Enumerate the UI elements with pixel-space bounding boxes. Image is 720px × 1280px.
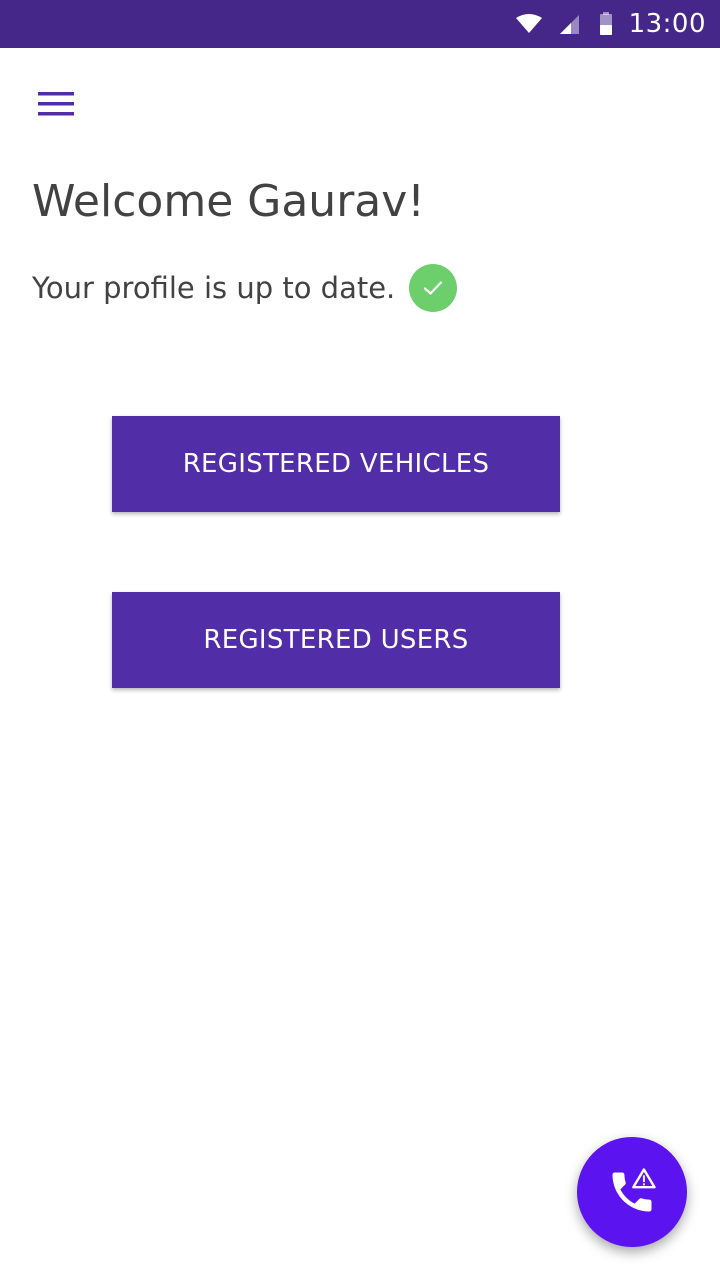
status-time: 13:00 xyxy=(628,9,706,39)
emergency-call-icon xyxy=(612,1168,656,1212)
registered-vehicles-button[interactable]: REGISTERED VEHICLES xyxy=(112,416,560,512)
profile-status-text: Your profile is up to date. xyxy=(32,271,396,305)
menu-button[interactable] xyxy=(24,76,88,132)
hamburger-menu-icon xyxy=(38,92,74,116)
cell-signal-icon xyxy=(559,15,579,34)
wifi-icon xyxy=(515,14,542,33)
welcome-title: Welcome Gaurav! xyxy=(32,176,425,227)
emergency-call-fab[interactable] xyxy=(577,1137,687,1247)
check-circle-icon xyxy=(409,264,458,312)
status-icons: 13:00 xyxy=(515,0,706,48)
battery-icon xyxy=(599,12,612,35)
registered-users-button[interactable]: REGISTERED USERS xyxy=(112,592,560,688)
profile-status-row: Your profile is up to date. xyxy=(32,264,458,312)
status-bar: 13:00 xyxy=(0,0,720,48)
